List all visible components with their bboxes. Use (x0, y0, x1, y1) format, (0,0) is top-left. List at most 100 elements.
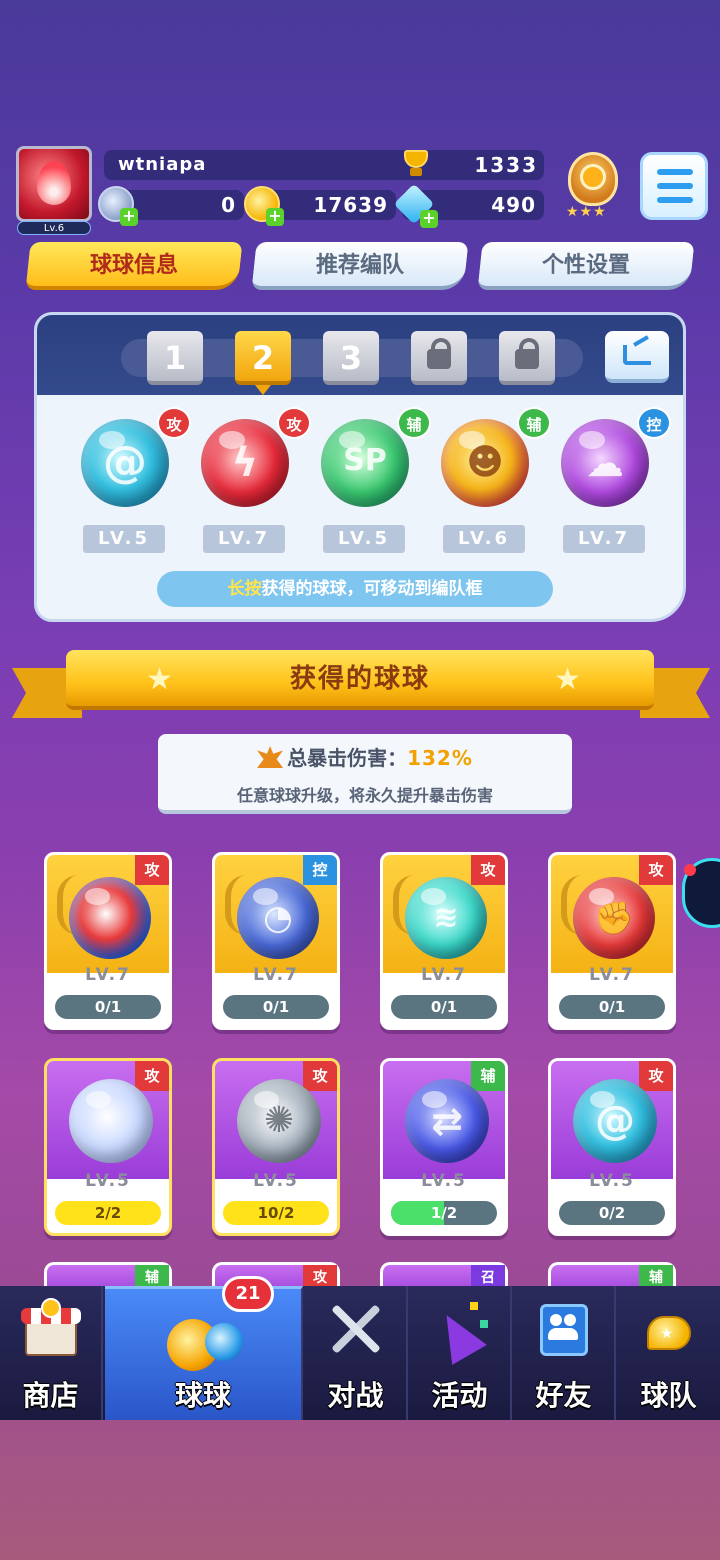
username: wtniapa (118, 154, 207, 175)
pumpkin-icon: ☻ (466, 442, 504, 483)
team-slot-2[interactable]: 2 (235, 331, 291, 395)
add-gold-icon[interactable]: + (266, 208, 284, 226)
section-title: 获得的球球 (289, 664, 430, 694)
balls-icon (161, 1301, 245, 1371)
nav-battle[interactable]: 对战 (305, 1286, 408, 1420)
team-slot-locked-5[interactable] (499, 331, 555, 385)
cloud-icon: ☁ (586, 441, 624, 485)
crit-label: 总暴击伤害： (287, 746, 408, 770)
menu-button[interactable] (640, 152, 708, 220)
crit-description: 任意球球升级，将永久提升暴击伤害 (236, 786, 493, 805)
notification-dot (684, 864, 696, 876)
ball-card[interactable]: 辅 ⇄ LV.5 1/2 (380, 1058, 508, 1236)
trophy-icon (400, 148, 432, 180)
fan-ball-icon: ✺ (237, 1079, 321, 1163)
team-ball-1-level: LV.5 (83, 525, 165, 553)
card-progress: 0/2 (559, 1201, 665, 1225)
hint-bar: 长按获得的球球，可移动到编队框 (157, 571, 553, 607)
party-popper-icon (428, 1298, 492, 1365)
type-badge-attack: 攻 (157, 407, 191, 439)
ball-card[interactable]: 攻 ✊ LV.7 0/1 (548, 852, 676, 1030)
tornado-ball-icon: ≋ (405, 877, 487, 959)
team-ball-2[interactable]: ϟ (201, 419, 289, 507)
sp-icon: SP (343, 443, 387, 478)
type-badge-support: 辅 (397, 407, 431, 439)
vortex-icon: @ (103, 437, 147, 488)
type-badge-attack: 攻 (277, 407, 311, 439)
team-slot-3[interactable]: 3 (323, 331, 379, 385)
ball-card[interactable]: 攻 LV.5 2/2 (44, 1058, 172, 1236)
fist-ball-icon: ✊ (573, 877, 655, 959)
gold-coin-icon: + (244, 186, 284, 226)
ball-card[interactable]: 攻 @ LV.5 0/2 (548, 1058, 676, 1236)
team-ball-1[interactable]: @ (81, 419, 169, 507)
silver-currency[interactable]: + 0 (98, 186, 244, 226)
card-progress: 0/1 (559, 995, 665, 1019)
trophy-count: 1333 (474, 153, 538, 177)
balls-notification-badge: 21 (222, 1276, 274, 1312)
hint-highlight: 长按 (227, 579, 262, 599)
team-slot-1[interactable]: 1 (147, 331, 203, 385)
gold-value: 17639 (313, 193, 388, 217)
crit-emblem-icon (257, 746, 284, 768)
team-panel: 1 2 3 @ 攻 LV.5 ϟ 攻 LV.7 SP 辅 LV.5 ☻ 辅 LV… (34, 312, 686, 622)
clock-ball-icon: ◔ (237, 877, 319, 959)
crossed-swords-icon (324, 1298, 388, 1360)
crit-damage-box: 总暴击伤害：132% 任意球球升级，将永久提升暴击伤害 (158, 734, 572, 814)
bottom-nav: 商店 球球 对战 活动 好友 ★ 球队 (0, 1286, 720, 1420)
add-gem-icon[interactable]: + (420, 210, 438, 228)
lock-icon (515, 338, 539, 369)
team-ball-5-level: LV.7 (563, 525, 645, 553)
add-silver-icon[interactable]: + (120, 208, 138, 226)
card-progress: 1/2 (391, 1201, 497, 1225)
type-badge-support: 辅 (517, 407, 551, 439)
section-title-ribbon: ★ 获得的球球 ★ (66, 650, 654, 710)
type-badge-attack: 攻 (135, 1061, 169, 1091)
team-ball-3[interactable]: SP (321, 419, 409, 507)
rank-medal-icon[interactable]: ★★★ (560, 152, 626, 222)
whistle-icon: ★ (637, 1298, 701, 1360)
gold-currency[interactable]: + 17639 (244, 186, 396, 226)
swap-arrow-ball-icon: ⇄ (405, 1079, 489, 1163)
type-badge-attack: 攻 (135, 855, 169, 885)
card-progress: 10/2 (223, 1201, 329, 1225)
ball-card[interactable]: 攻 LV.7 0/1 (44, 852, 172, 1030)
tab-ball-info[interactable]: 球球信息 (25, 242, 243, 290)
ball-card[interactable]: 攻 ≋ LV.7 0/1 (380, 852, 508, 1030)
team-slot-header: 1 2 3 (37, 315, 683, 395)
team-ball-4[interactable]: ☻ (441, 419, 529, 507)
tab-personal-settings[interactable]: 个性设置 (477, 242, 695, 290)
team-ball-5[interactable]: ☁ (561, 419, 649, 507)
player-level: Lv.6 (17, 221, 91, 235)
rank-stars-icon: ★★★ (566, 204, 607, 220)
team-ball-3-level: LV.5 (323, 525, 405, 553)
friends-book-icon (532, 1298, 596, 1360)
share-button[interactable] (605, 331, 669, 383)
nav-team[interactable]: ★ 球队 (617, 1286, 720, 1420)
tab-recommended-team[interactable]: 推荐编队 (251, 242, 469, 290)
nav-balls[interactable]: 球球 (105, 1286, 303, 1420)
card-progress: 0/1 (55, 995, 161, 1019)
player-avatar[interactable] (16, 146, 92, 222)
card-progress: 2/2 (55, 1201, 161, 1225)
team-ball-2-level: LV.7 (203, 525, 285, 553)
fire-icon (37, 161, 71, 205)
nav-events[interactable]: 活动 (409, 1286, 512, 1420)
moon-ball-icon (69, 1079, 153, 1163)
shop-icon (19, 1298, 83, 1360)
share-icon (623, 345, 651, 365)
card-progress: 0/1 (391, 995, 497, 1019)
card-progress: 0/1 (223, 995, 329, 1019)
lightning-icon: ϟ (231, 440, 259, 486)
nav-friends[interactable]: 好友 (513, 1286, 616, 1420)
gem-currency[interactable]: + 490 (393, 183, 544, 228)
nav-shop[interactable]: 商店 (0, 1286, 103, 1420)
yin-yang-ball-icon (69, 877, 151, 959)
silver-value: 0 (221, 193, 236, 217)
lock-icon (427, 338, 451, 369)
hint-text: 获得的球球，可移动到编队框 (261, 579, 483, 599)
team-slot-locked-4[interactable] (411, 331, 467, 385)
vortex-ball-icon: @ (573, 1079, 657, 1163)
ball-card[interactable]: 攻 ✺ LV.5 10/2 (212, 1058, 340, 1236)
ball-card[interactable]: 控 ◔ LV.7 0/1 (212, 852, 340, 1030)
